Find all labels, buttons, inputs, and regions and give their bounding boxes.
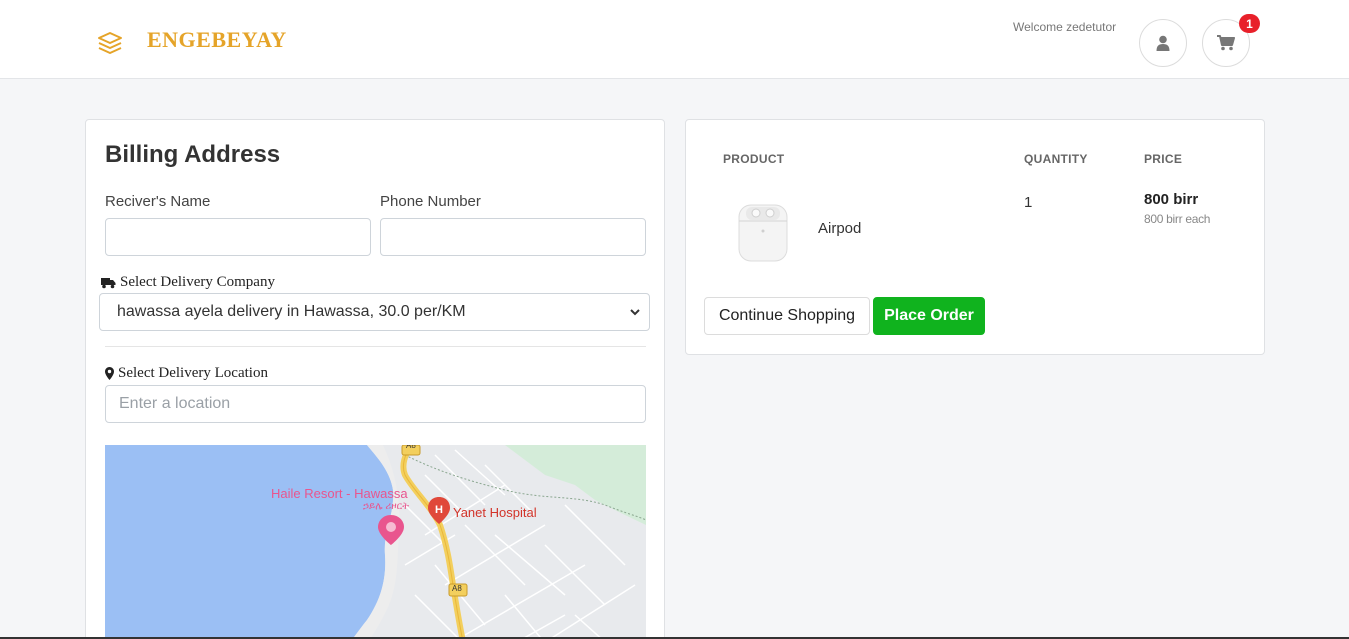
billing-address-card: Billing Address Reciver's Name Phone Num… — [85, 119, 665, 639]
road-shield-label: A8 — [452, 584, 462, 593]
shopping-cart-icon — [1217, 35, 1235, 51]
svg-text:H: H — [435, 504, 443, 516]
chevron-down-icon — [630, 309, 640, 316]
layers-logo-icon[interactable] — [97, 31, 123, 55]
product-price: 800 birr — [1144, 191, 1199, 208]
phone-number-label: Phone Number — [380, 193, 481, 210]
delivery-company-label-text: Select Delivery Company — [120, 274, 275, 290]
billing-title: Billing Address — [105, 141, 281, 168]
delivery-location-label-text: Select Delivery Location — [118, 365, 268, 381]
delivery-location-map[interactable]: H A8 A8 Haile Resort - Hawassa ኃይሌ ሪዞርት … — [105, 445, 646, 639]
form-divider — [105, 346, 646, 347]
hospital-map-label[interactable]: Yanet Hospital — [453, 505, 537, 520]
receiver-name-input[interactable] — [105, 218, 371, 256]
map-marker-icon — [105, 367, 114, 380]
product-quantity: 1 — [1024, 194, 1033, 211]
map-tiles[interactable]: H — [105, 445, 646, 639]
delivery-company-select[interactable]: hawassa ayela delivery in Hawassa, 30.0 … — [99, 293, 650, 331]
quantity-column-header: QUANTITY — [1024, 152, 1088, 166]
resort-map-label[interactable]: Haile Resort - Hawassa — [271, 486, 408, 501]
continue-shopping-button[interactable]: Continue Shopping — [704, 297, 870, 335]
delivery-company-label: Select Delivery Company — [101, 274, 275, 291]
welcome-text: Welcome zedetutor — [1013, 20, 1117, 34]
airpods-product-image — [738, 204, 788, 262]
order-summary-card: PRODUCT QUANTITY PRICE Airpod 1 800 birr… — [685, 119, 1265, 355]
place-order-button[interactable]: Place Order — [873, 297, 985, 335]
resort-map-sublabel: ኃይሌ ሪዞርት — [363, 501, 409, 512]
top-navbar: ENGEBEYAY Welcome zedetutor 1 — [0, 0, 1349, 79]
user-icon — [1156, 35, 1170, 51]
receiver-name-label: Reciver's Name — [105, 193, 211, 210]
product-column-header: PRODUCT — [723, 152, 785, 166]
location-search-input[interactable] — [105, 385, 646, 423]
price-column-header: PRICE — [1144, 152, 1183, 166]
brand-name[interactable]: ENGEBEYAY — [147, 27, 287, 53]
phone-number-input[interactable] — [380, 218, 646, 256]
delivery-location-label: Select Delivery Location — [105, 365, 268, 382]
delivery-company-selected: hawassa ayela delivery in Hawassa, 30.0 … — [117, 303, 466, 320]
product-name: Airpod — [818, 220, 862, 237]
road-shield-label: A8 — [406, 445, 416, 450]
user-account-button[interactable] — [1139, 19, 1187, 67]
cart-count-badge: 1 — [1239, 14, 1260, 33]
product-price-each: 800 birr each — [1144, 212, 1211, 226]
truck-icon — [101, 277, 116, 288]
